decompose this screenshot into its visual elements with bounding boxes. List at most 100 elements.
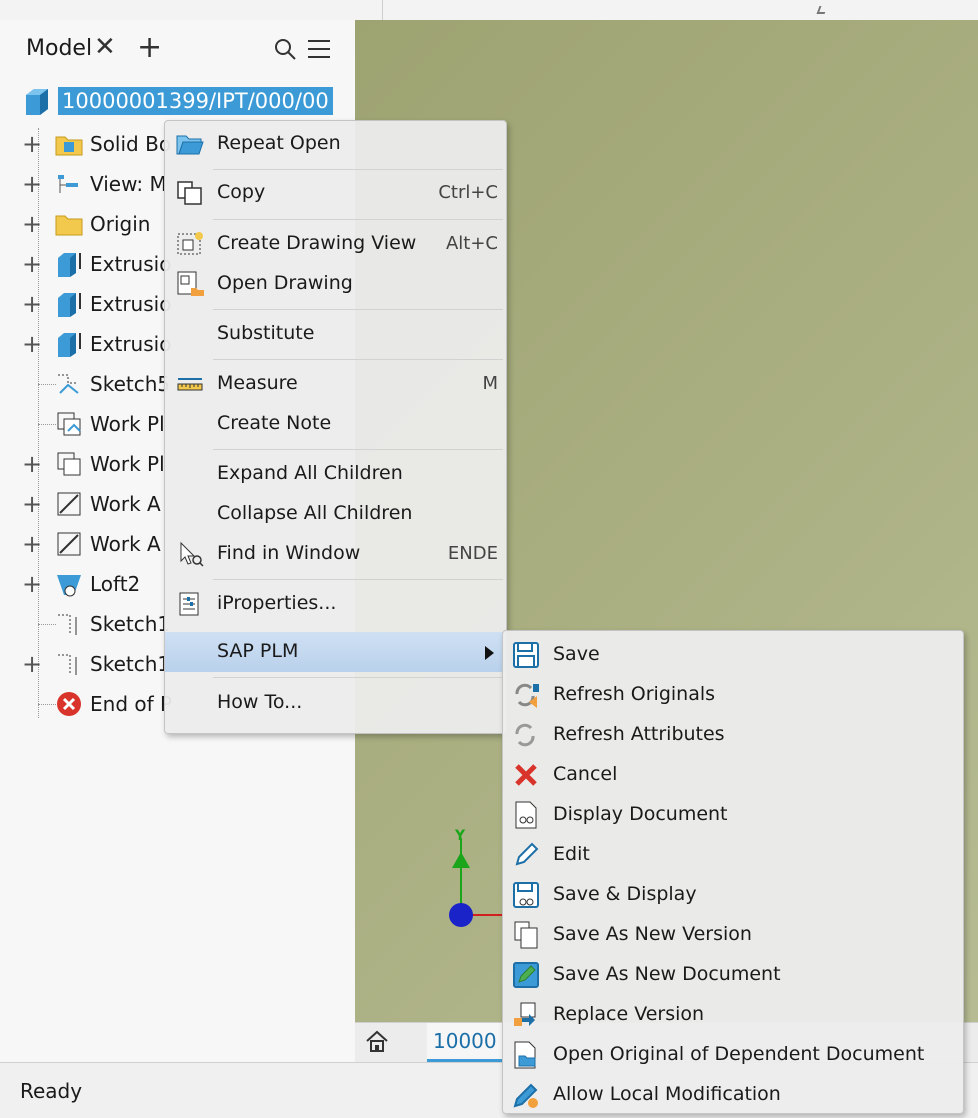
menu-item-copy[interactable]: Copy Ctrl+C	[165, 173, 506, 213]
menu-item-sap-plm[interactable]: SAP PLM	[165, 632, 506, 672]
menu-separator	[213, 169, 503, 170]
submenu-item-save-display[interactable]: Save & Display	[503, 875, 963, 915]
tree-item-label: Work A	[90, 492, 161, 516]
submenu-item-label: Display Document	[553, 803, 728, 825]
submenu-item-display-document[interactable]: Display Document	[503, 795, 963, 835]
menu-item-open-drawing[interactable]: Open Drawing	[165, 264, 506, 304]
hamburger-menu-icon[interactable]	[306, 38, 332, 60]
tree-item-label: Origin	[90, 212, 151, 236]
menu-item-measure[interactable]: Measure M	[165, 364, 506, 404]
loft-icon	[57, 575, 81, 597]
expand-icon[interactable]: +	[22, 290, 42, 318]
end-of-part-icon	[57, 692, 81, 716]
sap-plm-submenu: Save Refresh Originals Refresh Attribute…	[502, 630, 964, 1114]
menu-item-shortcut: Ctrl+C	[438, 182, 498, 203]
browser-header: Model ✕ +	[0, 20, 355, 74]
submenu-item-refresh-originals[interactable]: Refresh Originals	[503, 675, 963, 715]
new-version-icon	[514, 921, 538, 949]
iproperties-icon	[179, 592, 199, 616]
save-icon	[513, 642, 539, 668]
tree-item-label: Extrusio	[90, 252, 172, 276]
submenu-item-label: Edit	[553, 843, 590, 865]
submenu-item-open-original[interactable]: Open Original of Dependent Document	[503, 1035, 963, 1075]
menu-item-label: Find in Window	[217, 542, 361, 564]
document-tab[interactable]: 10000	[427, 1023, 503, 1063]
tree-item-label: Sketch1	[90, 612, 171, 636]
tree-item-label: Sketch1	[90, 652, 171, 676]
expand-icon[interactable]: +	[22, 250, 42, 278]
menu-item-label: Substitute	[217, 322, 315, 344]
part-icon	[26, 89, 48, 115]
tree-item-label: Sketch5	[90, 372, 171, 396]
expand-icon[interactable]: +	[22, 570, 42, 598]
submenu-item-label: Allow Local Modification	[553, 1083, 781, 1105]
submenu-item-allow-local-modification[interactable]: Allow Local Modification	[503, 1075, 963, 1115]
top-toolbar-strip	[0, 0, 978, 21]
menu-separator	[213, 359, 503, 360]
refresh-attributes-icon	[515, 723, 535, 747]
menu-item-shortcut: M	[482, 373, 498, 394]
submenu-arrow-icon	[485, 646, 494, 660]
replace-version-icon	[514, 1002, 536, 1026]
menu-item-iproperties[interactable]: iProperties...	[165, 584, 506, 624]
tree-item-label: Extrusio	[90, 332, 172, 356]
drawing-view-icon	[177, 232, 203, 255]
submenu-item-cancel[interactable]: Cancel	[503, 755, 963, 795]
model-tab[interactable]: Model	[26, 36, 92, 61]
menu-item-substitute[interactable]: Substitute	[165, 314, 506, 354]
tree-root-part[interactable]: 10000001399/IPT/000/00	[20, 84, 333, 118]
menu-item-shortcut: ENDE	[447, 543, 498, 564]
find-in-window-icon	[180, 541, 204, 567]
submenu-item-save[interactable]: Save	[503, 635, 963, 675]
expand-icon[interactable]: +	[22, 650, 42, 678]
expand-icon[interactable]: +	[22, 330, 42, 358]
expand-icon[interactable]: +	[22, 530, 42, 558]
expand-icon[interactable]: +	[22, 450, 42, 478]
menu-item-find-in-window[interactable]: Find in Window ENDE	[165, 534, 506, 574]
solid-bodies-folder-icon	[55, 136, 83, 156]
submenu-item-label: Save	[553, 643, 600, 665]
submenu-item-refresh-attributes[interactable]: Refresh Attributes	[503, 715, 963, 755]
tree-item-label: Extrusio	[90, 292, 172, 316]
close-icon[interactable]: ✕	[94, 32, 116, 62]
origin-folder-icon	[55, 215, 83, 236]
menu-separator	[213, 579, 503, 580]
allow-modification-icon	[513, 1083, 538, 1108]
origin-point	[449, 903, 473, 927]
expand-icon[interactable]: +	[22, 210, 42, 238]
open-drawing-icon	[177, 271, 204, 296]
expand-icon[interactable]: +	[22, 130, 42, 158]
cancel-icon	[515, 764, 537, 786]
submenu-item-replace-version[interactable]: Replace Version	[503, 995, 963, 1035]
toolbar-glyph	[816, 6, 828, 14]
view-rep-icon	[58, 175, 78, 193]
display-document-icon	[515, 801, 537, 829]
extrusion-icon	[58, 333, 81, 357]
work-axis-icon	[57, 532, 81, 556]
submenu-item-label: Save & Display	[553, 883, 697, 905]
sketch-icon	[58, 374, 79, 394]
menu-item-label: Copy	[217, 181, 266, 203]
expand-icon[interactable]: +	[22, 490, 42, 518]
menu-item-create-note[interactable]: Create Note	[165, 404, 506, 444]
add-tab-icon[interactable]: +	[137, 30, 162, 65]
extrusion-icon	[58, 293, 81, 317]
home-icon[interactable]	[365, 1029, 389, 1053]
refresh-originals-icon	[515, 683, 539, 708]
work-axis-icon	[57, 492, 81, 516]
search-icon[interactable]	[274, 38, 296, 60]
menu-item-label: Repeat Open	[217, 132, 341, 154]
menu-item-expand-all-children[interactable]: Expand All Children	[165, 454, 506, 494]
expand-icon[interactable]: +	[22, 170, 42, 198]
menu-item-label: Measure	[217, 372, 298, 394]
edit-pencil-icon	[515, 842, 539, 866]
submenu-item-edit[interactable]: Edit	[503, 835, 963, 875]
menu-item-collapse-all-children[interactable]: Collapse All Children	[165, 494, 506, 534]
menu-item-how-to[interactable]: How To...	[165, 683, 506, 723]
submenu-item-label: Open Original of Dependent Document	[553, 1043, 925, 1065]
submenu-item-label: Cancel	[553, 763, 618, 785]
submenu-item-save-as-new-document[interactable]: Save As New Document	[503, 955, 963, 995]
submenu-item-save-as-new-version[interactable]: Save As New Version	[503, 915, 963, 955]
menu-item-repeat-open[interactable]: Repeat Open	[165, 124, 506, 164]
menu-item-create-drawing-view[interactable]: Create Drawing View Alt+C	[165, 224, 506, 264]
